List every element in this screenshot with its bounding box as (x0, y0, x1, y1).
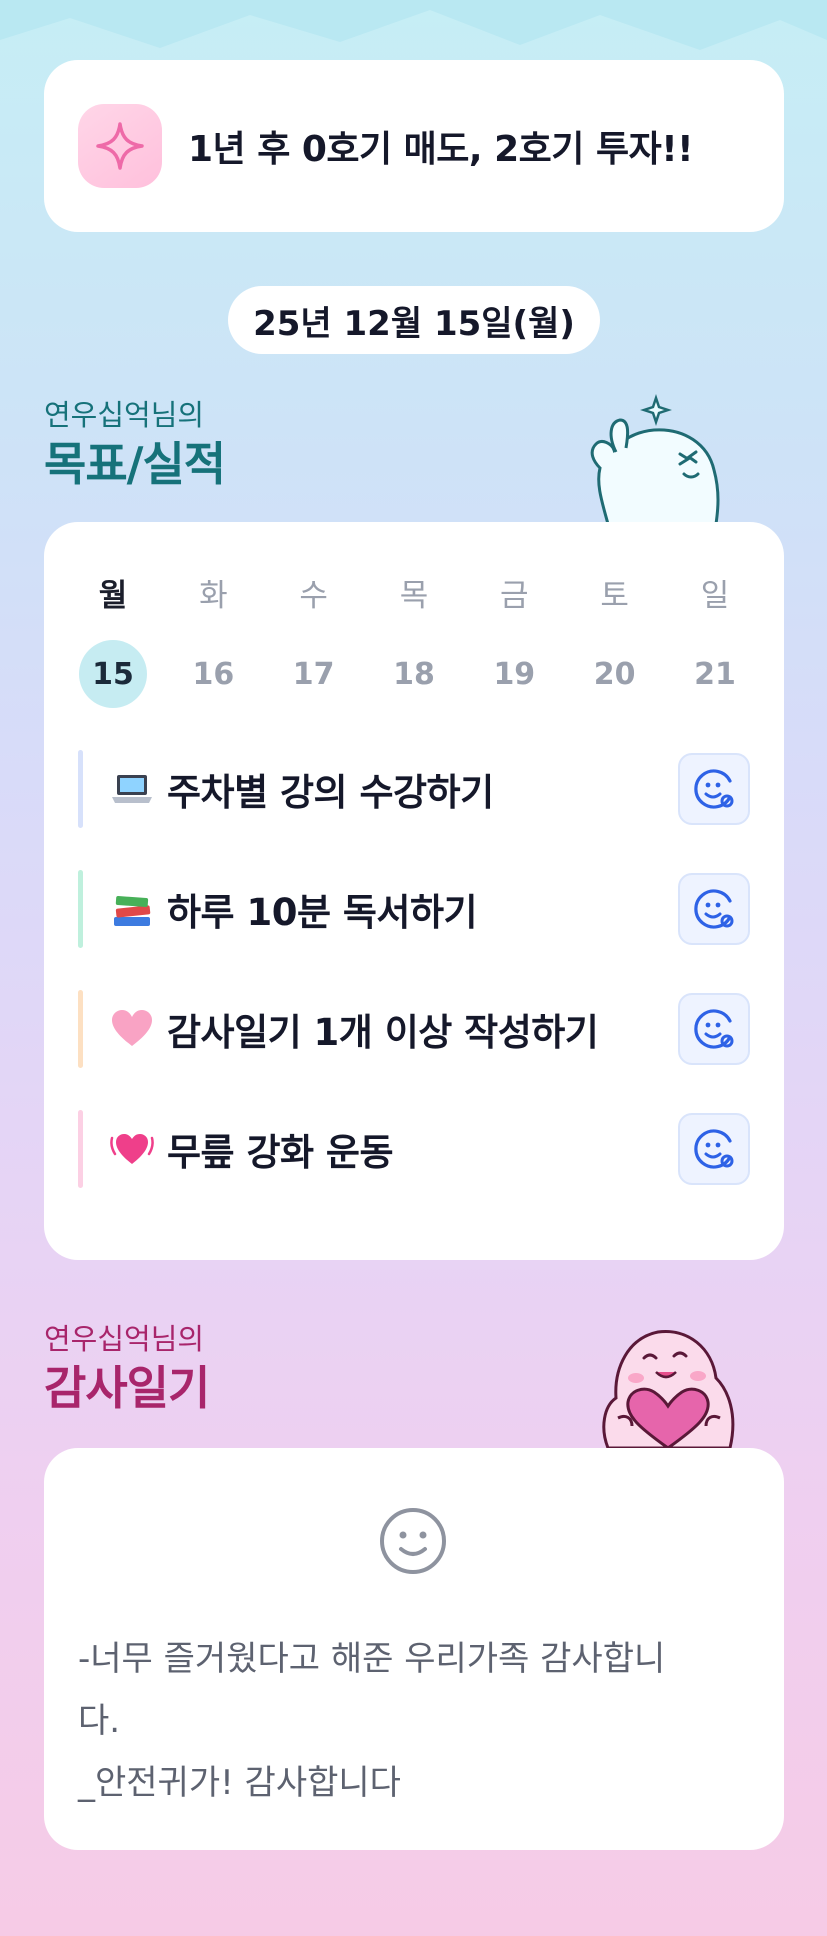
day-name: 목 (399, 578, 429, 614)
goals-card: 월 15 화 16 수 17 목 18 금 19 토 20 일 21 주차별 강의 수강하기 하루 10분… (44, 522, 784, 1260)
day-name: 수 (299, 578, 328, 614)
sparkle-icon (78, 104, 162, 188)
day-number[interactable]: 16 (179, 640, 247, 708)
day-column[interactable]: 토 20 (580, 570, 650, 708)
goal-text: 1년 후 0호기 매도, 2호기 투자!! (188, 129, 694, 170)
diary-entry-text: -너무 즐거웠다고 해준 우리가족 감사합니 다. _안전귀가! 감사합니다 (78, 1639, 666, 1803)
day-number[interactable]: 15 (79, 640, 147, 708)
smile-face-icon[interactable] (678, 1113, 750, 1185)
heart-character-illustration (602, 1330, 735, 1448)
smile-face-icon[interactable] (678, 993, 750, 1065)
day-name: 토 (600, 578, 629, 614)
goal-card[interactable]: 1년 후 0호기 매도, 2호기 투자!! (44, 60, 784, 232)
ghost-character-illustration (590, 394, 720, 524)
top-decoration (0, 0, 827, 50)
task-color-bar (78, 1110, 83, 1188)
task-color-bar (78, 870, 83, 948)
pink-heart-icon (109, 1009, 155, 1049)
task-label: 무릎 강화 운동 (167, 1131, 394, 1174)
task-color-bar (78, 990, 83, 1068)
day-column[interactable]: 일 21 (680, 570, 750, 708)
smile-face-icon (380, 1508, 446, 1574)
goals-section-title: 목표/실적 (44, 437, 226, 491)
day-number[interactable]: 18 (380, 640, 448, 708)
task-item[interactable]: 주차별 강의 수강하기 (78, 750, 750, 828)
day-name: 금 (500, 578, 529, 614)
day-column[interactable]: 월 15 (78, 570, 148, 708)
task-item[interactable]: 하루 10분 독서하기 (78, 870, 750, 948)
day-name: 일 (700, 578, 730, 614)
diary-section-title: 감사일기 (44, 1361, 210, 1415)
gratitude-diary-card[interactable]: -너무 즐거웠다고 해준 우리가족 감사합니 다. _안전귀가! 감사합니다 (44, 1448, 784, 1850)
smile-face-icon[interactable] (678, 753, 750, 825)
day-column[interactable]: 목 18 (379, 570, 449, 708)
smile-face-icon[interactable] (678, 873, 750, 945)
day-name: 화 (199, 578, 228, 614)
books-icon (109, 889, 155, 929)
laptop-icon (109, 771, 155, 807)
date-selector[interactable]: 25년 12월 15일(월) (228, 286, 600, 354)
day-number[interactable]: 21 (681, 640, 749, 708)
day-number[interactable]: 20 (581, 640, 649, 708)
task-color-bar (78, 750, 83, 828)
day-number[interactable]: 17 (280, 640, 348, 708)
week-strip: 월 15 화 16 수 17 목 18 금 19 토 20 일 21 (78, 570, 750, 708)
beating-heart-icon (109, 1128, 155, 1170)
day-number[interactable]: 19 (480, 640, 548, 708)
task-label: 감사일기 1개 이상 작성하기 (167, 1011, 599, 1054)
day-column[interactable]: 수 17 (279, 570, 349, 708)
day-name: 월 (98, 578, 128, 614)
task-item[interactable]: 감사일기 1개 이상 작성하기 (78, 990, 750, 1068)
task-item[interactable]: 무릎 강화 운동 (78, 1110, 750, 1188)
task-label: 주차별 강의 수강하기 (167, 771, 494, 814)
day-column[interactable]: 화 16 (178, 570, 248, 708)
task-label: 하루 10분 독서하기 (167, 891, 478, 934)
day-column[interactable]: 금 19 (479, 570, 549, 708)
